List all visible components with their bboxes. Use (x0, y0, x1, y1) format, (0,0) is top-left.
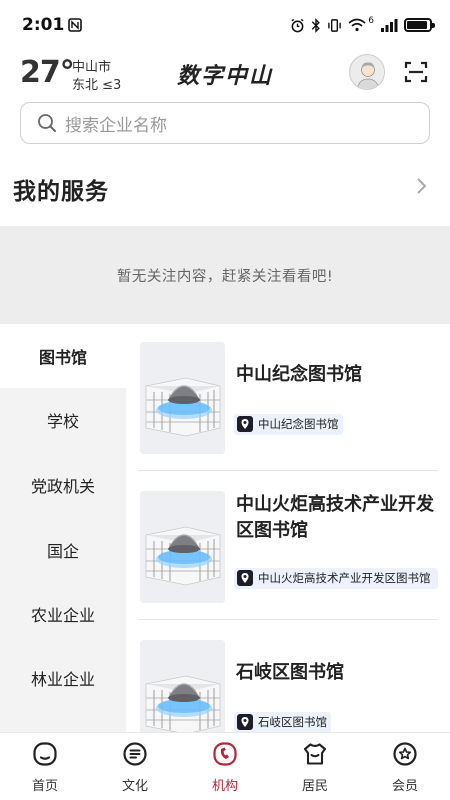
category-item-forestry[interactable]: 林业企业 (0, 646, 126, 710)
organization-location-tag[interactable]: 中山火炬高技术产业开发区图书馆 (234, 568, 438, 589)
nav-item-organization[interactable]: 机构 (180, 733, 270, 800)
organization-location-tag[interactable]: 石岐区图书馆 (234, 712, 331, 732)
library-building-image (140, 342, 225, 454)
category-item-government[interactable]: 党政机关 (0, 453, 126, 517)
nfc-icon (68, 18, 83, 32)
organization-icon (213, 742, 237, 766)
organization-name: 中山纪念图书馆 (236, 364, 362, 385)
category-item-label: 国企 (46, 542, 79, 561)
organization-name: 石岐区图书馆 (236, 662, 344, 683)
status-icons: 6 (290, 16, 435, 33)
status-bar: 2:01 6 (0, 0, 450, 50)
nav-item-resident[interactable]: 居民 (270, 733, 360, 800)
services-empty-text: 暂无关注内容，赶紧关注看看吧! (116, 268, 334, 285)
search-input[interactable]: 搜索企业名称 (20, 102, 430, 144)
services-title: 我的服务 (13, 179, 109, 205)
category-item-label: 图书馆 (38, 348, 87, 367)
category-item-library[interactable]: 图书馆 (0, 324, 126, 388)
organization-list: 中山纪念图书馆 中山纪念图书馆 中山火炬高技术产业开发区图书馆 中山火炬高技术产… (126, 324, 450, 732)
member-icon (393, 742, 417, 766)
weather-temperature[interactable]: 27° (20, 55, 75, 90)
avatar[interactable] (349, 54, 385, 90)
nav-item-culture[interactable]: 文化 (90, 733, 180, 800)
organization-card[interactable]: 中山火炬高技术产业开发区图书馆 中山火炬高技术产业开发区图书馆 (138, 473, 438, 620)
category-sidebar: 图书馆 学校 党政机关 国企 农业企业 林业企业 (0, 324, 126, 732)
weather-city[interactable]: 中山市 (72, 56, 111, 75)
category-item-label: 农业企业 (30, 606, 95, 625)
category-item-state-enterprise[interactable]: 国企 (0, 518, 126, 582)
organization-location-tag[interactable]: 中山纪念图书馆 (234, 414, 343, 435)
organization-name: 中山火炬高技术产业开发区图书馆 (236, 494, 434, 541)
bluetooth-icon (312, 17, 321, 33)
location-pin-icon (237, 416, 253, 432)
bottom-nav: 首页 文化 机构 居民 会员 (0, 732, 450, 800)
nav-label: 机构 (211, 779, 238, 794)
nav-label: 会员 (391, 779, 418, 794)
nav-item-home[interactable]: 首页 (0, 733, 90, 800)
category-item-label: 林业企业 (30, 670, 95, 689)
header: 27° 中山市 东北 ≤3 数字中山 (0, 52, 450, 94)
category-item-label: 学校 (46, 412, 79, 431)
category-panel: 图书馆 学校 党政机关 国企 农业企业 林业企业 中山纪念图书馆 中山纪念图书馆 (0, 324, 450, 732)
services-empty-state: 暂无关注内容，赶紧关注看看吧! (0, 226, 450, 324)
library-building-image (140, 491, 225, 603)
nav-label: 居民 (301, 779, 328, 794)
location-pin-icon (237, 714, 253, 730)
category-item-agriculture[interactable]: 农业企业 (0, 582, 126, 646)
culture-icon (123, 742, 147, 766)
network-type-label: 6 (368, 16, 374, 26)
nav-label: 文化 (121, 779, 148, 794)
chevron-right-icon[interactable] (414, 176, 428, 196)
library-building-image (140, 640, 225, 732)
battery-icon (404, 18, 435, 32)
category-item-school[interactable]: 学校 (0, 388, 126, 452)
organization-card[interactable]: 中山纪念图书馆 中山纪念图书馆 (138, 324, 438, 471)
user-avatar-icon (350, 55, 384, 89)
nav-item-member[interactable]: 会员 (360, 733, 450, 800)
organization-tag-text: 石岐区图书馆 (258, 715, 327, 729)
organization-tag-text: 中山纪念图书馆 (258, 417, 339, 431)
home-icon (33, 742, 57, 766)
search-placeholder: 搜索企业名称 (65, 115, 167, 136)
signal-icon (381, 19, 398, 32)
organization-tag-text: 中山火炬高技术产业开发区图书馆 (258, 571, 431, 585)
vibrate-icon (328, 18, 342, 32)
organization-card[interactable]: 石岐区图书馆 石岐区图书馆 (138, 622, 438, 732)
category-item-label: 党政机关 (30, 477, 95, 496)
wifi-icon (348, 18, 366, 32)
search-icon (38, 114, 56, 132)
card-divider (138, 619, 438, 620)
status-time: 2:01 (22, 15, 83, 35)
alarm-icon (291, 18, 304, 32)
location-pin-icon (237, 570, 253, 586)
resident-icon (303, 743, 327, 765)
status-time-text: 2:01 (22, 15, 65, 35)
card-divider (138, 470, 438, 471)
scan-icon[interactable] (404, 60, 428, 84)
weather-wind: 东北 ≤3 (72, 78, 122, 93)
nav-label: 首页 (31, 779, 58, 794)
